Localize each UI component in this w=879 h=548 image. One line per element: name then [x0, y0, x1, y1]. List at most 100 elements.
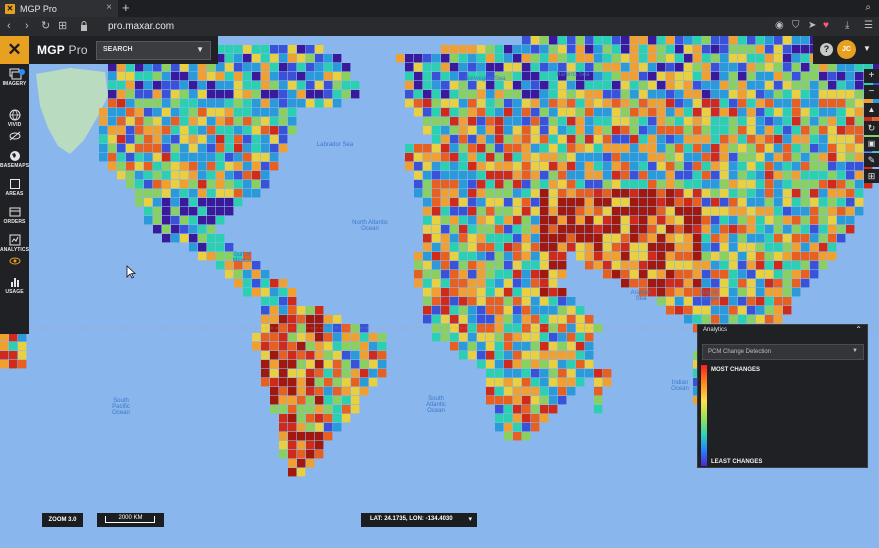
- reload-icon[interactable]: ↻: [41, 20, 50, 32]
- change-cell: [648, 36, 657, 45]
- change-cell: [549, 90, 558, 99]
- change-cell: [153, 90, 162, 99]
- change-cell: [675, 108, 684, 117]
- grid-icon[interactable]: ⊞: [864, 169, 879, 183]
- change-cell: [261, 135, 270, 144]
- change-cell: [180, 135, 189, 144]
- address-bar[interactable]: pro.maxar.com: [108, 21, 174, 32]
- change-cell: [486, 189, 495, 198]
- change-cell: [846, 144, 855, 153]
- chevron-down-icon[interactable]: ▼: [863, 44, 871, 53]
- change-cell: [162, 234, 171, 243]
- forward-icon[interactable]: ›: [25, 20, 29, 32]
- shield-icon[interactable]: ⛉: [792, 20, 800, 32]
- change-cell: [792, 216, 801, 225]
- change-cell: [774, 72, 783, 81]
- change-cell: [198, 90, 207, 99]
- browser-tab[interactable]: ✕ MGP Pro ×: [0, 0, 118, 17]
- menu-icon[interactable]: ☰: [864, 20, 873, 32]
- change-cell: [828, 243, 837, 252]
- change-cell: [648, 180, 657, 189]
- change-cell: [855, 153, 864, 162]
- lock-icon: [81, 21, 87, 31]
- change-cell: [855, 162, 864, 171]
- help-button[interactable]: ?: [820, 43, 833, 56]
- back-icon[interactable]: ‹: [7, 20, 11, 32]
- change-cell: [369, 369, 378, 378]
- change-cell: [297, 342, 306, 351]
- tabs-grid-icon[interactable]: ⊞: [58, 20, 67, 32]
- change-cell: [261, 108, 270, 117]
- change-cell: [342, 63, 351, 72]
- draw-icon[interactable]: ✎: [864, 153, 879, 167]
- eye-slash-icon[interactable]: [8, 130, 22, 142]
- change-cell: [549, 144, 558, 153]
- change-cell: [837, 144, 846, 153]
- new-tab-icon[interactable]: +: [122, 1, 130, 15]
- chevron-up-icon[interactable]: ⌃: [855, 325, 862, 334]
- change-cell: [108, 126, 117, 135]
- change-cell: [450, 81, 459, 90]
- sidebar-item-analytics[interactable]: ANALYTICS: [0, 234, 29, 267]
- sidebar-item-vivid[interactable]: VIVID: [0, 109, 29, 142]
- maxar-logo-icon[interactable]: ✕: [0, 36, 29, 64]
- change-cell: [108, 72, 117, 81]
- change-cell: [486, 54, 495, 63]
- change-cell: [405, 99, 414, 108]
- analytics-layer-select[interactable]: PCM Change Detection ▼: [702, 344, 864, 360]
- zoom-out-icon[interactable]: −: [864, 85, 879, 99]
- sidebar-item-imagery[interactable]: IMAGERY: [0, 68, 29, 87]
- change-cell: [702, 216, 711, 225]
- sidebar-item-areas[interactable]: AREAS: [0, 178, 29, 197]
- change-cell: [675, 234, 684, 243]
- close-tab-icon[interactable]: ×: [106, 3, 112, 13]
- change-cell: [558, 108, 567, 117]
- analytics-header[interactable]: Analytics ⌃: [698, 325, 867, 337]
- change-cell: [648, 144, 657, 153]
- change-cell: [837, 180, 846, 189]
- change-cell: [684, 72, 693, 81]
- change-cell: [531, 63, 540, 72]
- world-map[interactable]: [0, 36, 879, 548]
- sidebar-item-basemaps[interactable]: BASEMAPS: [0, 150, 29, 169]
- sidebar-item-orders[interactable]: ORDERS: [0, 206, 29, 225]
- eye-icon[interactable]: [8, 255, 22, 267]
- change-cell: [783, 117, 792, 126]
- change-cell: [423, 144, 432, 153]
- change-cell: [594, 117, 603, 126]
- reset-north-icon[interactable]: ▲: [864, 103, 879, 117]
- refresh-icon[interactable]: ↻: [864, 121, 879, 135]
- change-cell: [522, 81, 531, 90]
- change-cell: [801, 72, 810, 81]
- change-cell: [693, 90, 702, 99]
- avatar[interactable]: JC: [837, 40, 856, 59]
- change-cell: [441, 234, 450, 243]
- change-cell: [486, 279, 495, 288]
- layers-icon[interactable]: ▣: [864, 137, 879, 151]
- change-cell: [846, 63, 855, 72]
- chevron-down-icon[interactable]: ▾: [468, 515, 472, 523]
- search-icon[interactable]: ⌕: [865, 2, 871, 13]
- change-cell: [630, 144, 639, 153]
- change-cell: [756, 216, 765, 225]
- change-cell: [675, 225, 684, 234]
- camera-icon[interactable]: ◉: [775, 20, 784, 32]
- change-cell: [261, 297, 270, 306]
- change-cell: [738, 117, 747, 126]
- change-cell: [441, 288, 450, 297]
- search-dropdown[interactable]: SEARCH ▼: [96, 41, 211, 60]
- download-icon[interactable]: ⤓: [845, 20, 849, 32]
- change-cell: [711, 306, 720, 315]
- heart-icon[interactable]: ♥: [823, 20, 829, 32]
- zoom-in-icon[interactable]: +: [864, 69, 879, 83]
- change-cell: [333, 378, 342, 387]
- change-cell: [765, 216, 774, 225]
- coordinate-readout[interactable]: LAT: 24.1735, LON: -134.4030 ▾: [361, 513, 477, 527]
- change-cell: [639, 162, 648, 171]
- change-cell: [585, 342, 594, 351]
- change-cell: [792, 171, 801, 180]
- change-cell: [198, 72, 207, 81]
- change-cell: [495, 90, 504, 99]
- sidebar-item-usage[interactable]: USAGE: [0, 276, 29, 295]
- send-icon[interactable]: ➤: [808, 20, 816, 32]
